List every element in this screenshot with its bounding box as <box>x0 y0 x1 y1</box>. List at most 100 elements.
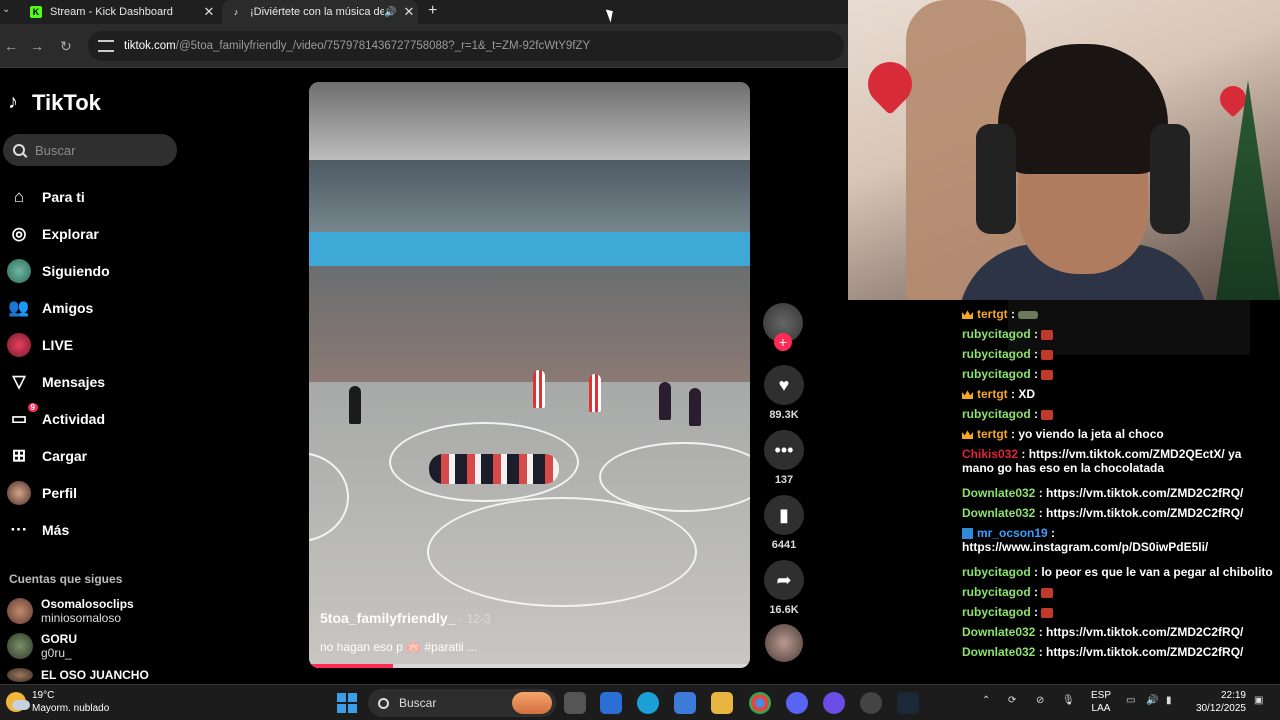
chat-text: XD <box>1018 387 1036 401</box>
app-icon[interactable] <box>860 692 882 714</box>
video-player[interactable]: 5toa_familyfriendly_ · 12-3 no hagan eso … <box>309 82 750 668</box>
discord-icon[interactable] <box>786 692 808 714</box>
browser-window: ⌄ K Stream - Kick Dashboard ✕ ♪ ¡Diviért… <box>0 0 848 684</box>
chat-message: rubycitagod : <box>962 585 1274 599</box>
tiktok-logo[interactable]: ♪ TikTok <box>8 90 101 116</box>
following-account[interactable]: EL OSO JUANCHO <box>7 668 149 682</box>
clock[interactable]: 22:19 30/12/2025 <box>1186 689 1246 715</box>
following-account[interactable]: Osomalosoclips miniosomaloso <box>7 597 134 625</box>
weather-widget[interactable]: 19°C Mayorm. nublado <box>6 689 109 715</box>
chat-username[interactable]: Downlate032 <box>962 625 1035 639</box>
sidebar-item-actividad[interactable]: ▭ 9 Actividad <box>6 400 110 437</box>
store-icon[interactable] <box>674 692 696 714</box>
stream-chat: tertgt : rubycitagod : rubycitagod : rub… <box>848 300 1280 684</box>
chat-message: rubycitagod : <box>962 367 1274 381</box>
share-button[interactable]: ➦ 16.6K <box>762 560 806 620</box>
like-button[interactable]: ♥ 89.3K <box>762 365 806 425</box>
following-account[interactable]: GORU g0ru_ <box>7 632 77 660</box>
chat-text: yo viendo la jeta al choco <box>1018 427 1164 441</box>
battery-icon[interactable]: ▮ <box>1166 695 1172 706</box>
chat-username[interactable]: Downlate032 <box>962 645 1035 659</box>
back-icon[interactable]: ← <box>4 38 18 54</box>
search-icon <box>378 697 389 709</box>
sidebar-item-siguiendo[interactable]: Siguiendo <box>6 252 110 289</box>
tray-chevron-icon[interactable]: ⌃ <box>982 695 990 706</box>
video-username[interactable]: 5toa_familyfriendly_ · 12-3 <box>320 610 491 626</box>
chat-text: https://www.instagram.com/p/DS0iwPdE5li/ <box>962 540 1209 554</box>
search-highlight-icon <box>512 692 552 714</box>
chat-message: rubycitagod : <box>962 347 1274 361</box>
mouse-cursor-icon <box>605 7 617 23</box>
language-indicator[interactable]: ESP LAA <box>1088 689 1114 715</box>
sync-icon[interactable]: ⟳ <box>1008 695 1016 706</box>
chat-username[interactable]: mr_ocson19 <box>977 526 1048 540</box>
tab-search-icon[interactable]: ⌄ <box>2 4 10 15</box>
tab-kick-dashboard[interactable]: K Stream - Kick Dashboard ✕ <box>22 0 218 24</box>
close-tab-icon[interactable]: ✕ <box>200 4 218 20</box>
sidebar-item-live[interactable]: LIVE <box>6 326 110 363</box>
network-off-icon[interactable]: ⊘ <box>1036 695 1044 706</box>
save-button[interactable]: ▮ 6441 <box>762 495 806 555</box>
obs-icon[interactable] <box>823 692 845 714</box>
chat-username[interactable]: Downlate032 <box>962 506 1035 520</box>
url-field[interactable]: tiktok.com/@5toa_familyfriendly_/video/7… <box>88 31 844 61</box>
search-input[interactable]: Buscar <box>3 134 177 166</box>
notification-icon[interactable]: ▣ <box>1254 695 1263 706</box>
sidebar-item-cargar[interactable]: ⊞ Cargar <box>6 437 110 474</box>
chat-username[interactable]: rubycitagod <box>962 407 1031 421</box>
chat-message: tertgt : <box>962 307 1274 321</box>
sidebar-item-explorar[interactable]: ◎ Explorar <box>6 215 110 252</box>
display-icon[interactable]: ▭ <box>1126 695 1135 706</box>
crown-badge-icon <box>962 430 973 440</box>
new-tab-button[interactable]: + <box>428 2 437 20</box>
chat-username[interactable]: tertgt <box>977 307 1008 321</box>
chat-message: Downlate032 : https://vm.tiktok.com/ZMD2… <box>962 486 1244 500</box>
chat-text: https://vm.tiktok.com/ZMD2C2fRQ/ <box>1046 506 1244 520</box>
sidebar-menu: ⌂ Para ti ◎ Explorar Siguiendo 👥 Amigos LIV… <box>6 178 110 548</box>
file-explorer-icon[interactable] <box>711 692 733 714</box>
chat-username[interactable]: Downlate032 <box>962 486 1035 500</box>
chat-username[interactable]: Chikis032 <box>962 447 1018 461</box>
video-actions: + ♥ 89.3K ••• 137 ▮ 6441 ➦ 16.6K <box>762 303 806 662</box>
chat-message: rubycitagod : <box>962 327 1274 341</box>
edge-icon[interactable] <box>637 692 659 714</box>
sidebar-item-mas[interactable]: ··· Más <box>6 511 110 548</box>
chrome-icon[interactable] <box>749 692 771 714</box>
tab-tiktok[interactable]: ♪ ¡Diviértete con la música de 🔊 ✕ <box>222 0 418 24</box>
chat-username[interactable]: rubycitagod <box>962 565 1031 579</box>
video-progress-bar[interactable] <box>309 664 750 668</box>
volume-icon[interactable]: 🔊 <box>1146 695 1158 706</box>
chat-username[interactable]: tertgt <box>977 387 1008 401</box>
sidebar-item-amigos[interactable]: 👥 Amigos <box>6 289 110 326</box>
chat-username[interactable]: rubycitagod <box>962 605 1031 619</box>
sidebar-item-para-ti[interactable]: ⌂ Para ti <box>6 178 110 215</box>
chat-username[interactable]: rubycitagod <box>962 585 1031 599</box>
taskbar-search[interactable]: Buscar <box>368 689 556 717</box>
close-tab-icon[interactable]: ✕ <box>400 4 418 20</box>
task-view-icon[interactable] <box>564 692 586 714</box>
outlook-icon[interactable] <box>600 692 622 714</box>
emote-icon <box>1018 310 1039 319</box>
microphone-icon[interactable]: 🎙 <box>1062 695 1075 706</box>
video-description[interactable]: no hagan eso p 🫁 #paratii ... <box>320 640 477 654</box>
chat-username[interactable]: tertgt <box>977 427 1008 441</box>
webcam-overlay <box>848 0 1280 300</box>
chat-username[interactable]: rubycitagod <box>962 367 1031 381</box>
upload-icon: ⊞ <box>11 445 27 465</box>
reload-icon[interactable]: ↻ <box>60 38 72 55</box>
sidebar-item-mensajes[interactable]: ▽ Mensajes <box>6 363 110 400</box>
creator-avatar[interactable]: + <box>763 303 803 351</box>
windows-start-icon[interactable] <box>337 693 357 713</box>
kick-icon: K <box>30 6 42 18</box>
speaker-icon[interactable]: 🔊 <box>384 7 400 18</box>
follow-plus-icon[interactable]: + <box>774 333 792 351</box>
chat-username[interactable]: rubycitagod <box>962 347 1031 361</box>
music-disc[interactable] <box>765 624 803 662</box>
forward-icon[interactable]: → <box>30 38 44 54</box>
site-info-icon[interactable] <box>98 40 114 52</box>
comment-button[interactable]: ••• 137 <box>762 430 806 490</box>
chat-username[interactable]: rubycitagod <box>962 327 1031 341</box>
sidebar-item-perfil[interactable]: Perfil <box>6 474 110 511</box>
steam-icon[interactable] <box>897 692 919 714</box>
chat-message: Downlate032 : https://vm.tiktok.com/ZMD2… <box>962 645 1244 659</box>
